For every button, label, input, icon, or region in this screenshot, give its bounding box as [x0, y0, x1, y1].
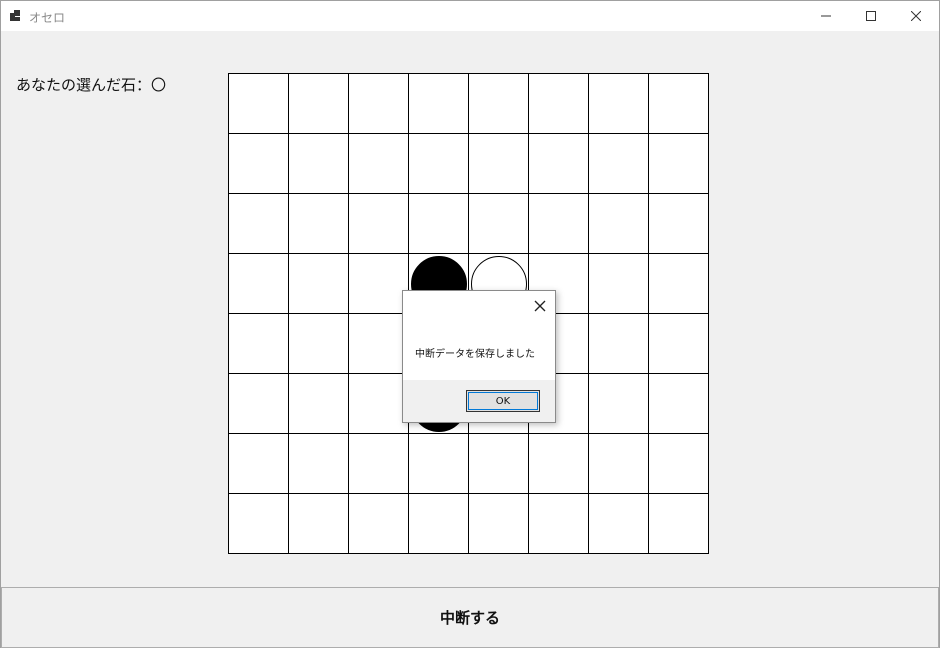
board-cell[interactable]: [288, 433, 349, 494]
board-cell[interactable]: [228, 253, 289, 314]
title-bar: オセロ: [1, 1, 939, 31]
board-cell[interactable]: [408, 133, 469, 194]
board-cell[interactable]: [648, 433, 709, 494]
board-cell[interactable]: [288, 73, 349, 134]
minimize-icon: [821, 15, 831, 17]
window-title: オセロ: [29, 11, 66, 25]
board-cell[interactable]: [228, 493, 289, 554]
close-button[interactable]: [893, 1, 939, 31]
board-cell[interactable]: [528, 133, 589, 194]
board-cell[interactable]: [648, 133, 709, 194]
close-icon: [911, 11, 921, 21]
player-stone-label: あなたの選んだ石：〇: [16, 76, 167, 94]
minimize-button[interactable]: [803, 1, 849, 31]
board-cell[interactable]: [468, 433, 529, 494]
board-cell[interactable]: [288, 193, 349, 254]
board-cell[interactable]: [348, 73, 409, 134]
board-cell[interactable]: [408, 433, 469, 494]
board-cell[interactable]: [528, 193, 589, 254]
board-cell[interactable]: [648, 493, 709, 554]
board-cell[interactable]: [528, 73, 589, 134]
board-cell[interactable]: [288, 253, 349, 314]
board-cell[interactable]: [588, 433, 649, 494]
close-icon: [534, 300, 546, 312]
board-cell[interactable]: [408, 73, 469, 134]
board-cell[interactable]: [588, 193, 649, 254]
board-cell[interactable]: [468, 73, 529, 134]
board-cell[interactable]: [348, 193, 409, 254]
board-cell[interactable]: [468, 133, 529, 194]
board-cell[interactable]: [648, 313, 709, 374]
board-cell[interactable]: [648, 73, 709, 134]
maximize-button[interactable]: [848, 1, 894, 31]
board-cell[interactable]: [468, 193, 529, 254]
board-cell[interactable]: [348, 373, 409, 434]
board-cell[interactable]: [588, 313, 649, 374]
board-cell[interactable]: [228, 313, 289, 374]
board-cell[interactable]: [588, 493, 649, 554]
board-cell[interactable]: [648, 193, 709, 254]
dialog-message: 中断データを保存しました: [415, 349, 535, 360]
maximize-icon: [866, 11, 876, 21]
ok-button[interactable]: OK: [466, 390, 540, 412]
board-cell[interactable]: [228, 193, 289, 254]
dialog-footer: OK: [403, 380, 555, 422]
board-cell[interactable]: [588, 133, 649, 194]
board-cell[interactable]: [588, 73, 649, 134]
board-cell[interactable]: [348, 433, 409, 494]
board-cell[interactable]: [588, 373, 649, 434]
board-cell[interactable]: [288, 313, 349, 374]
board-cell[interactable]: [288, 373, 349, 434]
board-cell[interactable]: [348, 313, 409, 374]
board-cell[interactable]: [348, 253, 409, 314]
app-window: オセロ あなたの選んだ石：〇 中断する 中断データを保存しました OK: [0, 0, 940, 648]
board-cell[interactable]: [228, 133, 289, 194]
board-cell[interactable]: [228, 373, 289, 434]
board-cell[interactable]: [228, 73, 289, 134]
board-cell[interactable]: [228, 433, 289, 494]
board-cell[interactable]: [648, 253, 709, 314]
board-cell[interactable]: [648, 373, 709, 434]
message-dialog: 中断データを保存しました OK: [402, 290, 556, 423]
board-cell[interactable]: [348, 493, 409, 554]
board-cell[interactable]: [588, 253, 649, 314]
board-cell[interactable]: [348, 133, 409, 194]
board-cell[interactable]: [468, 493, 529, 554]
board-cell[interactable]: [408, 493, 469, 554]
dialog-close-button[interactable]: [531, 297, 549, 315]
app-icon: [10, 10, 22, 22]
board-cell[interactable]: [408, 193, 469, 254]
board-cell[interactable]: [528, 433, 589, 494]
board-cell[interactable]: [288, 493, 349, 554]
board-cell[interactable]: [528, 493, 589, 554]
board-cell[interactable]: [288, 133, 349, 194]
suspend-button[interactable]: 中断する: [1, 587, 939, 648]
